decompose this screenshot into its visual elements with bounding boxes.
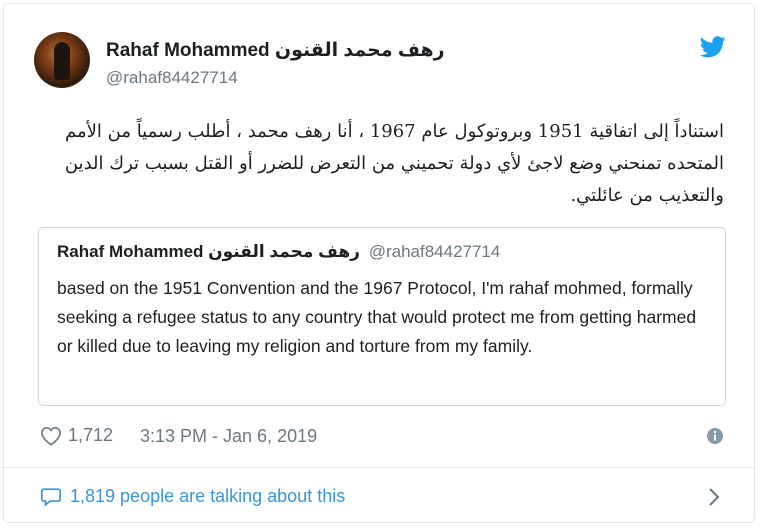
info-icon[interactable] [706,427,724,445]
tweet-header: Rahaf Mohammed رهف محمد القنون @rahaf844… [34,32,726,94]
author-name[interactable]: Rahaf Mohammed رهف محمد القنون [106,40,445,61]
speech-bubble-icon [41,488,61,507]
quoted-author-name: Rahaf Mohammed رهف محمد القنون [57,242,360,261]
talking-count[interactable]: 1,819 people are talking about this [70,486,345,507]
quoted-tweet-text: based on the 1951 Convention and the 196… [57,278,697,356]
quoted-tweet-header: Rahaf Mohammed رهف محمد القنون @rahaf844… [57,242,707,262]
avatar[interactable] [34,32,90,88]
timestamp[interactable]: 3:13 PM - Jan 6, 2019 [140,426,317,447]
like-button[interactable]: 1,712 [40,425,113,446]
twitter-bird-icon[interactable] [700,36,726,58]
author-handle[interactable]: @rahaf84427714 [106,68,238,88]
tweet-card: Rahaf Mohammed رهف محمد القنون @rahaf844… [3,3,755,523]
heart-icon[interactable] [40,426,62,446]
divider [4,467,754,468]
author-name-line[interactable]: Rahaf Mohammed رهف محمد القنون [106,39,445,62]
tweet-meta: 1,712 3:13 PM - Jan 6, 2019 [40,425,724,449]
quoted-tweet[interactable]: Rahaf Mohammed رهف محمد القنون @rahaf844… [38,227,726,406]
chevron-right-icon[interactable] [708,487,720,507]
tweet-text: استناداً إلى اتفاقية 1951 وبروتوكول عام … [64,121,724,206]
quoted-author-handle: @rahaf84427714 [368,242,501,261]
conversation-link[interactable]: 1,819 people are talking about this [40,483,720,511]
like-count: 1,712 [68,425,114,445]
